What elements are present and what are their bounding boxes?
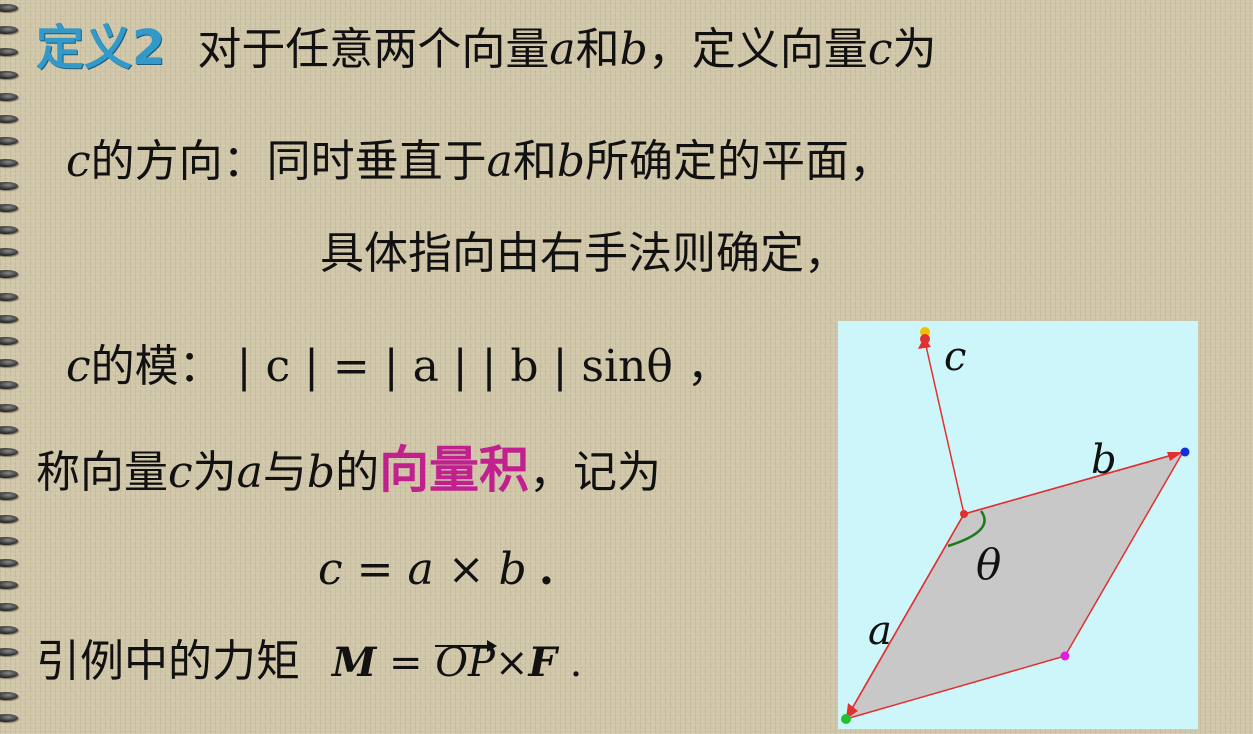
binding-ring <box>0 670 18 678</box>
parallelogram-plane <box>844 450 1185 721</box>
right-hand-rule-line: 具体指向由右手法则确定， <box>320 232 848 276</box>
formula-period: . <box>538 544 555 595</box>
vector-b-symbol: b <box>306 447 336 498</box>
definition-title: 定义2 <box>36 20 166 76</box>
origin-point <box>960 510 968 518</box>
binding-ring <box>0 514 18 523</box>
vector-c-symbol: c <box>168 447 193 498</box>
vector-b-symbol: b <box>619 24 648 75</box>
cross-product-diagram: c b θ a <box>838 321 1198 729</box>
binding-ring <box>0 26 18 35</box>
cross-product-formula-line: c = a × b. <box>318 548 554 592</box>
binding-ring <box>0 314 18 323</box>
definition-text-tail: 为 <box>892 24 937 75</box>
binding-ring <box>0 115 18 123</box>
vector-c-symbol: c <box>867 24 893 75</box>
as-text: 为 <box>192 447 237 498</box>
right-hand-rule-text: 具体指向由右手法则确定， <box>320 228 848 279</box>
of-text: 的 <box>335 447 380 498</box>
vector-c-symbol: c <box>66 341 91 392</box>
binding-ring <box>0 226 18 234</box>
c-tip-base-point <box>920 334 930 344</box>
binding-ring <box>0 92 18 101</box>
magnitude-line: c的模： | c | = | a | | b | sinθ， <box>66 345 731 389</box>
binding-ring <box>0 470 18 479</box>
binding-ring <box>0 425 18 434</box>
binding-ring <box>0 181 18 190</box>
binding-ring <box>0 647 18 656</box>
binding-ring <box>0 381 18 390</box>
magnitude-tail: ， <box>686 341 731 392</box>
label-a: a <box>868 608 892 654</box>
cross-product-term: 向量积 <box>379 441 530 499</box>
binding-ring <box>0 603 18 612</box>
direction-text-tail: 所确定的平面， <box>585 136 894 187</box>
binding-ring <box>0 581 18 590</box>
vector-a-symbol: a <box>486 136 513 187</box>
denoted-text: ，记为 <box>529 447 662 498</box>
vector-op-symbol: OP <box>435 640 497 686</box>
magnitude-formula: | c | = | a | | b | sinθ <box>236 341 673 392</box>
cross-product-formula: c = a × b <box>318 544 527 595</box>
torque-line: 引例中的力矩 M = OP×F . <box>36 640 582 684</box>
label-theta: θ <box>976 540 1001 589</box>
definition-text-mid: ，定义向量 <box>647 24 868 75</box>
torque-text: 引例中的力矩 <box>36 636 300 687</box>
binding-ring <box>0 137 18 146</box>
far-corner-point <box>1060 651 1070 661</box>
definition-line: 定义2 对于任意两个向量a和b，定义向量c为 <box>36 24 936 72</box>
vector-b-symbol: b <box>556 136 586 187</box>
force-symbol: F <box>528 639 557 686</box>
a-tip-point <box>841 714 851 724</box>
binding-ring <box>0 337 18 345</box>
and-text: 和 <box>575 24 620 75</box>
binding-ring <box>0 359 18 368</box>
vector-c-symbol: c <box>66 136 91 187</box>
binding-ring <box>0 270 18 279</box>
binding-ring <box>0 714 18 723</box>
direction-line: c的方向：同时垂直于a和b所确定的平面， <box>66 140 893 184</box>
binding-ring <box>0 448 18 456</box>
vector-a-symbol: a <box>236 447 263 498</box>
binding-ring <box>0 536 18 545</box>
direction-text: 的方向：同时垂直于 <box>90 136 487 187</box>
binding-ring <box>0 203 18 212</box>
with-text: 与 <box>262 447 307 498</box>
binding-ring <box>0 48 18 57</box>
definition-text: 对于任意两个向量 <box>197 24 550 75</box>
binding-ring <box>0 559 18 567</box>
label-b: b <box>1091 437 1117 483</box>
times-sign: × <box>494 640 529 686</box>
and-text: 和 <box>512 136 557 187</box>
label-c: c <box>944 334 966 380</box>
torque-period: . <box>556 640 583 686</box>
binding-ring <box>0 292 18 301</box>
b-tip-point <box>1180 447 1190 457</box>
vector-a-symbol: a <box>549 24 576 75</box>
binding-ring <box>0 692 18 701</box>
cross-product-name-line: 称向量c为a与b的向量积，记为 <box>36 445 661 495</box>
magnitude-text: 的模： <box>90 341 223 392</box>
torque-symbol: M <box>332 639 377 686</box>
binding-ring <box>0 159 18 168</box>
equals-sign: = <box>376 640 436 686</box>
torque-formula: M = OP×F . <box>332 640 582 686</box>
binding-ring <box>0 492 18 501</box>
spiral-binding <box>0 0 26 734</box>
binding-ring <box>0 248 18 257</box>
binding-ring <box>0 70 18 79</box>
called-text: 称向量 <box>36 447 168 498</box>
diagram-svg: c b θ a <box>841 327 1190 724</box>
binding-ring <box>0 4 18 12</box>
binding-ring <box>0 625 18 634</box>
binding-ring <box>0 403 18 412</box>
